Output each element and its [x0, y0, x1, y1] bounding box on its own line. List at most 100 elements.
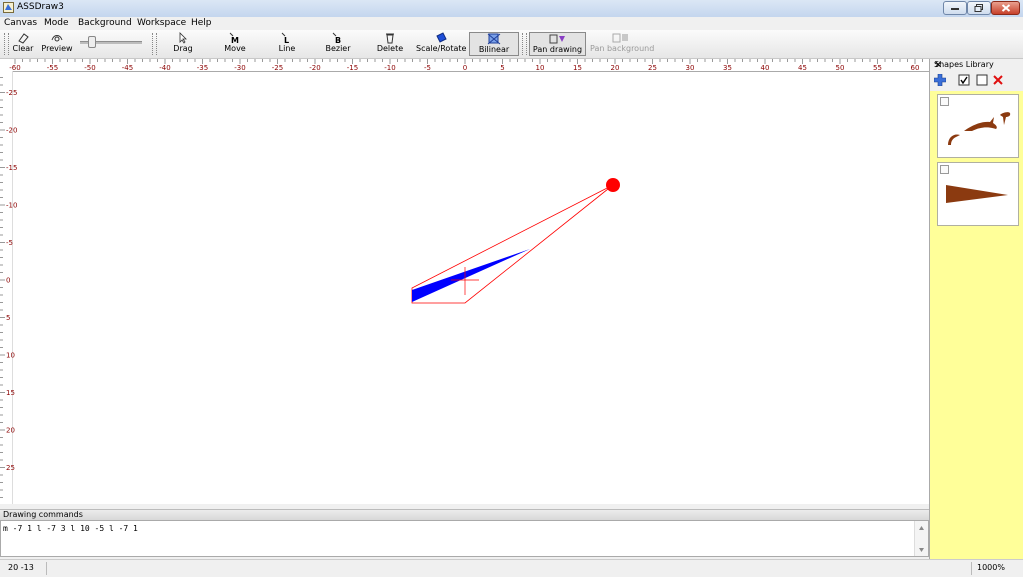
menu-canvas[interactable]: Canvas — [4, 18, 37, 28]
toolbar-grip[interactable] — [522, 33, 527, 55]
top-ruler-label: -5 — [424, 64, 431, 72]
bilinear-handle-point[interactable] — [606, 178, 620, 192]
top-ruler-label: 5 — [500, 64, 504, 72]
drawing-commands-input[interactable]: m -7 1 l -7 3 l 10 -5 l -7 1 — [0, 520, 929, 557]
bezier-b-icon: B — [332, 32, 341, 44]
dolphin-shape-thumbnail — [948, 112, 1011, 145]
svg-text:B: B — [335, 36, 341, 44]
scale-rotate-button[interactable]: Scale/Rotate — [416, 32, 466, 56]
shape-checkbox[interactable] — [940, 165, 949, 174]
line-label: Line — [278, 44, 296, 53]
toolbar-grip[interactable] — [4, 33, 9, 55]
status-bar: 20 -13 1000% — [0, 559, 1023, 577]
menu-workspace[interactable]: Workspace — [137, 18, 186, 28]
status-divider — [46, 562, 47, 575]
top-ruler-label: 55 — [873, 64, 882, 72]
top-ruler-label: 50 — [836, 64, 845, 72]
clear-button[interactable]: Clear — [11, 32, 35, 56]
triangle-shape-thumbnail — [946, 185, 1008, 203]
bilinear-button[interactable]: Bilinear — [469, 32, 519, 56]
top-ruler-label: 25 — [648, 64, 657, 72]
bezier-label: Bezier — [325, 44, 351, 53]
check-all-icon[interactable] — [958, 74, 970, 86]
left-ruler-label: 25 — [6, 464, 15, 472]
pan-background-button[interactable]: Pan background — [590, 32, 655, 56]
add-icon[interactable] — [934, 74, 946, 86]
left-ruler-label: -25 — [6, 89, 17, 97]
svg-text:M: M — [231, 36, 239, 44]
left-ruler-label: 20 — [6, 427, 15, 435]
svg-text:L: L — [284, 36, 289, 44]
shapes-library-toolbar — [930, 71, 1023, 91]
top-ruler-label: -60 — [9, 64, 20, 72]
toolbar-grip[interactable] — [152, 33, 157, 55]
left-ruler-label: 15 — [6, 389, 15, 397]
left-ruler-label: 5 — [6, 314, 10, 322]
library-shape-2[interactable] — [937, 162, 1019, 226]
preview-button[interactable]: Preview — [40, 32, 74, 56]
top-ruler-label: -50 — [84, 64, 95, 72]
top-ruler-label: -40 — [159, 64, 170, 72]
drag-button[interactable]: Drag — [170, 32, 196, 56]
title-bar: ASSDraw3 — [0, 0, 1023, 18]
scroll-arrows-icon — [919, 526, 924, 552]
move-m-icon: M — [229, 32, 239, 44]
close-icon — [1001, 4, 1010, 12]
zoom-level: 1000% — [977, 563, 1005, 572]
preview-label: Preview — [41, 44, 73, 53]
close-icon[interactable]: ✕ — [934, 60, 942, 71]
drawn-shape[interactable] — [412, 249, 530, 302]
menu-background[interactable]: Background — [78, 18, 132, 28]
window-title: ASSDraw3 — [17, 2, 64, 12]
bezier-button[interactable]: B Bezier — [324, 32, 352, 56]
top-ruler-label: 45 — [798, 64, 807, 72]
delete-icon — [386, 33, 394, 44]
top-ruler-label: -30 — [234, 64, 245, 72]
menu-mode[interactable]: Mode — [44, 18, 69, 28]
shape-checkbox[interactable] — [940, 97, 949, 106]
minimize-icon — [951, 8, 959, 10]
top-ruler-label: 15 — [573, 64, 582, 72]
move-button[interactable]: M Move — [222, 32, 248, 56]
top-ruler-label: 30 — [686, 64, 695, 72]
maximize-button[interactable] — [967, 1, 991, 15]
top-ruler-label: 10 — [536, 64, 545, 72]
shapes-library-header: Shapes Library ✕ — [930, 59, 1023, 71]
commands-scrollbar[interactable] — [914, 521, 928, 556]
scale-rotate-icon — [436, 32, 447, 43]
status-divider — [971, 562, 972, 575]
uncheck-all-icon[interactable] — [976, 74, 988, 86]
delete-button[interactable]: Delete — [376, 32, 404, 56]
arrow-cursor-icon — [179, 32, 187, 44]
top-ruler-label: 40 — [761, 64, 770, 72]
top-ruler-label: -25 — [272, 64, 283, 72]
pan-drawing-button[interactable]: Pan drawing — [529, 32, 586, 56]
minimize-button[interactable] — [943, 1, 967, 15]
line-button[interactable]: L Line — [274, 32, 300, 56]
close-button[interactable] — [991, 1, 1020, 15]
top-ruler-label: -35 — [197, 64, 208, 72]
move-label: Move — [224, 44, 246, 53]
menu-help[interactable]: Help — [191, 18, 212, 28]
top-ruler-label: -20 — [309, 64, 320, 72]
library-shape-1[interactable] — [937, 94, 1019, 158]
eraser-icon — [18, 33, 29, 44]
top-ruler-label: 20 — [611, 64, 620, 72]
clear-label: Clear — [12, 44, 34, 53]
left-ruler-label: -5 — [6, 239, 13, 247]
top-ruler-label: -55 — [47, 64, 58, 72]
delete-icon[interactable] — [992, 74, 1004, 86]
pan-drawing-icon — [549, 34, 565, 44]
pan-background-label: Pan background — [590, 44, 655, 53]
slider-thumb[interactable] — [88, 36, 96, 48]
top-ruler-label: 60 — [911, 64, 920, 72]
drawing-commands-text: m -7 1 l -7 3 l 10 -5 l -7 1 — [3, 524, 138, 533]
preview-icon — [51, 35, 63, 42]
line-l-icon: L — [281, 32, 289, 44]
toolbar: Clear Preview Drag M Move L Line B Bezie… — [0, 30, 1023, 59]
left-ruler-label: 0 — [6, 277, 10, 285]
shapes-library-title: Shapes Library — [934, 60, 994, 69]
delete-label: Delete — [376, 44, 404, 53]
top-ruler-label: 35 — [723, 64, 732, 72]
left-ruler-label: -10 — [6, 202, 17, 210]
